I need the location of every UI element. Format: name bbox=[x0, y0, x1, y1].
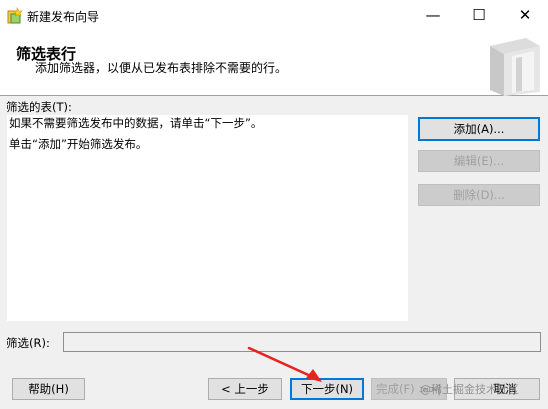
next-button[interactable]: 下一步(N) bbox=[290, 378, 364, 400]
back-button[interactable]: < 上一步 bbox=[208, 378, 282, 400]
delete-filter-button[interactable]: 删除(D)... bbox=[418, 184, 540, 206]
window-title: 新建发布向导 bbox=[27, 10, 100, 24]
instruction-line-2: 单击“添加”开始筛选发布。 bbox=[9, 137, 148, 151]
filtered-tables-label: 筛选的表(T): bbox=[6, 100, 72, 114]
edit-filter-button[interactable]: 编辑(E)... bbox=[418, 150, 540, 172]
minimize-button[interactable]: — bbox=[410, 0, 456, 32]
filter-field[interactable] bbox=[63, 332, 541, 352]
filter-label: 筛选(R): bbox=[6, 336, 50, 350]
maximize-button[interactable]: ☐ bbox=[456, 0, 502, 32]
add-filter-button[interactable]: 添加(A)... bbox=[418, 117, 540, 141]
watermark-text: @稀土掘金技术社区 bbox=[420, 383, 519, 396]
filtered-tables-list[interactable]: 如果不需要筛选发布中的数据，请单击“下一步”。 单击“添加”开始筛选发布。 bbox=[6, 114, 409, 322]
wizard-app-icon bbox=[6, 7, 24, 25]
help-button[interactable]: 帮助(H) bbox=[12, 378, 85, 400]
close-button[interactable]: ✕ bbox=[502, 0, 548, 32]
instruction-line-1: 如果不需要筛选发布中的数据，请单击“下一步”。 bbox=[9, 116, 263, 130]
page-subtitle: 添加筛选器，以便从已发布表排除不需要的行。 bbox=[35, 61, 288, 75]
wizard-banner-icon bbox=[486, 34, 542, 96]
